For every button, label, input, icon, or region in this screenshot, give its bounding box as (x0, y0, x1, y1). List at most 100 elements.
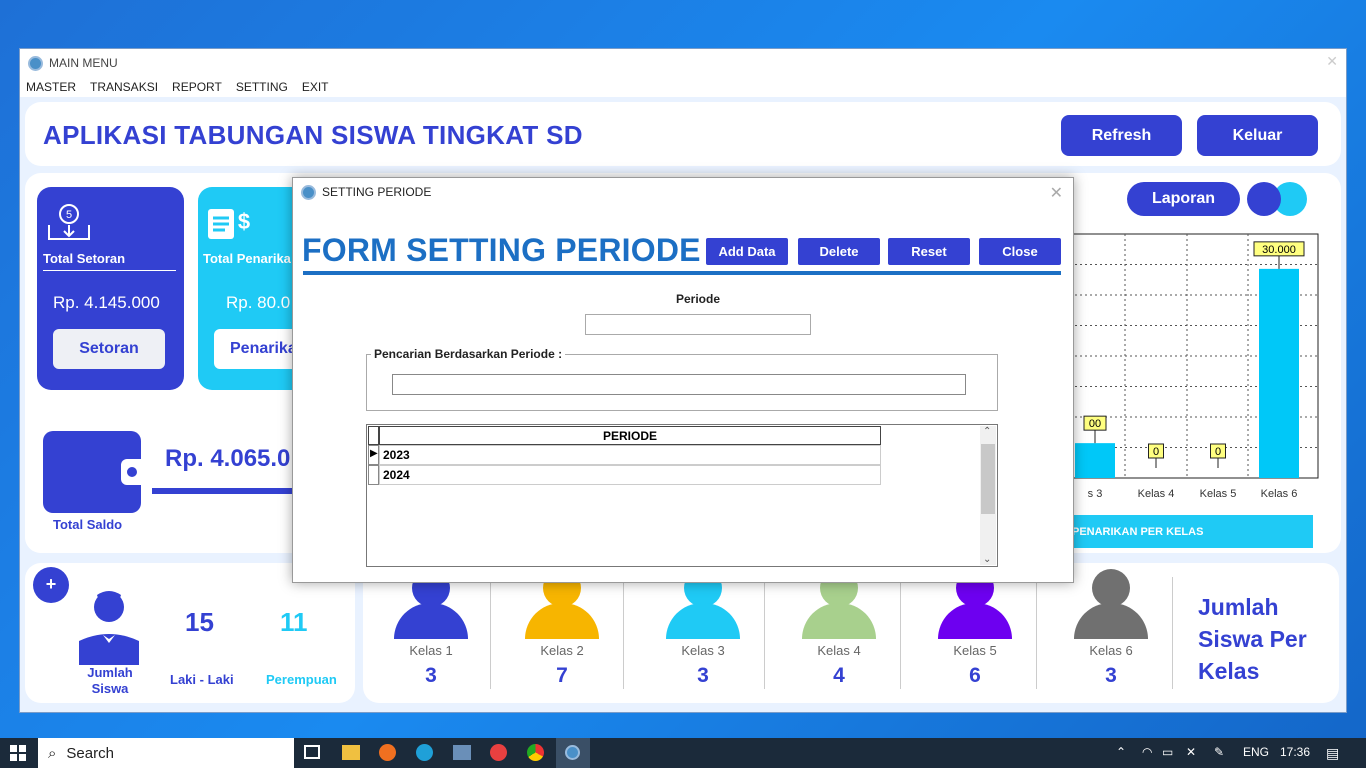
kelas-4: Kelas 44 (779, 569, 899, 688)
kelas-5: Kelas 56 (915, 569, 1035, 688)
clock[interactable]: 17:36 (1280, 745, 1310, 759)
chevron-up-icon[interactable]: ⌃ (1116, 745, 1126, 759)
setoran-button[interactable]: Setoran (53, 329, 165, 369)
wallet-icon (43, 431, 143, 513)
menu-setting[interactable]: SETTING (236, 80, 288, 94)
close-icon[interactable]: ✕ (1326, 53, 1338, 70)
total-setoran-value: Rp. 4.145.000 (53, 293, 160, 312)
chart-banner: PENARIKAN PER KELAS (1070, 515, 1313, 548)
windows-start-icon[interactable] (10, 745, 26, 761)
total-setoran-label: Total Setoran (43, 251, 126, 266)
table-row[interactable]: 2024 (379, 465, 881, 485)
scroll-thumb[interactable] (981, 444, 995, 514)
form-title: FORM SETTING PERIODE (302, 232, 701, 268)
window-title: MAIN MENU (49, 56, 118, 70)
laki-label: Laki - Laki (170, 672, 234, 687)
person-icon (1092, 569, 1130, 607)
svg-text:$: $ (238, 209, 250, 234)
grid-header[interactable]: PERIODE (379, 426, 881, 445)
title-underline (303, 271, 1061, 275)
row-selector-icon[interactable]: ▶ (368, 445, 379, 465)
task-view-icon[interactable] (304, 745, 320, 759)
menu-exit[interactable]: EXIT (302, 80, 329, 94)
grid-scrollbar[interactable]: ⌃ ⌄ (980, 426, 996, 565)
total-saldo-label: Total Saldo (53, 517, 123, 532)
close-icon[interactable]: ✕ (1050, 183, 1063, 203)
setoran-card: 5 Total Setoran Rp. 4.145.000 Setoran (37, 187, 184, 390)
search-input[interactable] (392, 374, 966, 395)
kelas-2: Kelas 27 (502, 569, 622, 688)
laporan-button[interactable]: Laporan (1127, 182, 1240, 216)
tick-label: Kelas 5 (1200, 488, 1237, 500)
language-indicator[interactable]: ENG (1243, 745, 1269, 759)
receipt-icon: $ (208, 209, 250, 239)
dialog-title: SETTING PERIODE (322, 185, 432, 199)
jumlah-per-kelas-title: Jumlah Siswa Per Kelas (1198, 594, 1307, 684)
data-label: 0 (1215, 446, 1221, 458)
periode-label: Periode (676, 292, 721, 306)
toggle-icon[interactable] (1247, 182, 1307, 216)
kelas-3: Kelas 33 (643, 569, 763, 688)
tick-label: Kelas 6 (1261, 488, 1298, 500)
setting-periode-dialog: SETTING PERIODE ✕ FORM SETTING PERIODE A… (292, 177, 1074, 583)
penarikan-chart: 00 s 3 0 Kelas 4 0 Kelas 5 30.000 Kelas 6 (1070, 233, 1319, 500)
app-icon (28, 55, 43, 71)
title-bar: MAIN MENU (20, 49, 1346, 77)
perempuan-label: Perempuan (266, 672, 337, 687)
pen-icon[interactable]: ✎ (1214, 745, 1224, 759)
kelas-card: Kelas 13 Kelas 27 Kelas 33 Kelas 44 Kela… (363, 563, 1339, 703)
kelas-1: Kelas 13 (371, 569, 491, 688)
table-row[interactable]: 2023 (379, 445, 881, 465)
menu-transaksi[interactable]: TRANSAKSI (90, 80, 158, 94)
jumlah-siswa-card: + Jumlah Siswa 15 Laki - Laki 11 Perempua… (25, 563, 355, 703)
divider (43, 270, 176, 271)
delete-button[interactable]: Delete (798, 238, 880, 265)
laki-count: 15 (185, 607, 214, 637)
header-card: APLIKASI TABUNGAN SISWA TINGKAT SD Refre… (25, 102, 1341, 166)
volume-muted-icon[interactable]: ✕ (1186, 745, 1196, 759)
firefox-icon[interactable] (379, 744, 396, 761)
app-title: APLIKASI TABUNGAN SISWA TINGKAT SD (43, 120, 583, 150)
media-app-icon[interactable] (490, 744, 507, 761)
notification-icon[interactable]: ▤ (1326, 745, 1339, 762)
menu-bar: MASTER TRANSAKSI REPORT SETTING EXIT (20, 77, 1346, 97)
app-icon (301, 184, 316, 200)
taskbar-search[interactable]: ⌕ Search (38, 738, 294, 768)
data-label: 0 (1153, 446, 1159, 458)
data-label: 00 (1089, 418, 1101, 430)
student-icon (79, 591, 139, 665)
search-icon: ⌕ (48, 744, 57, 762)
chevron-up-icon[interactable]: ⌃ (983, 426, 991, 437)
jumlah-siswa-label: Jumlah Siswa (87, 665, 133, 696)
file-explorer-icon[interactable] (342, 745, 360, 760)
refresh-button[interactable]: Refresh (1061, 115, 1182, 156)
menu-master[interactable]: MASTER (26, 80, 76, 94)
row-selector[interactable] (368, 465, 379, 485)
add-data-button[interactable]: Add Data (706, 238, 788, 265)
dialog-title-bar: SETTING PERIODE (293, 178, 1073, 206)
periode-grid[interactable]: PERIODE ▶ 2023 2024 ⌃ ⌄ (366, 424, 998, 567)
battery-icon[interactable]: ▭ (1162, 745, 1173, 759)
close-button[interactable]: Close (979, 238, 1061, 265)
svg-text:5: 5 (66, 209, 72, 221)
search-group-label: Pencarian Berdasarkan Periode : (371, 347, 566, 361)
total-penarikan-label: Total Penarika (203, 251, 291, 266)
kelas-6: Kelas 63 (1051, 569, 1171, 688)
app-icon[interactable] (453, 745, 471, 760)
perempuan-count: 11 (280, 607, 308, 637)
search-label: Search (66, 744, 114, 762)
reset-button[interactable]: Reset (888, 238, 970, 265)
active-app-tab[interactable] (556, 738, 590, 768)
bar (1259, 268, 1299, 478)
edge-icon[interactable] (416, 744, 433, 761)
chevron-down-icon[interactable]: ⌄ (983, 554, 991, 565)
periode-input[interactable] (585, 314, 811, 335)
total-penarikan-value: Rp. 80.0 (226, 293, 291, 312)
add-button[interactable]: + (33, 567, 69, 603)
network-icon[interactable]: ◠ (1142, 745, 1152, 759)
tick-label: s 3 (1088, 488, 1103, 500)
chrome-icon[interactable] (527, 744, 544, 761)
menu-report[interactable]: REPORT (172, 80, 222, 94)
total-saldo-value: Rp. 4.065.0 (165, 445, 291, 472)
keluar-button[interactable]: Keluar (1197, 115, 1318, 156)
